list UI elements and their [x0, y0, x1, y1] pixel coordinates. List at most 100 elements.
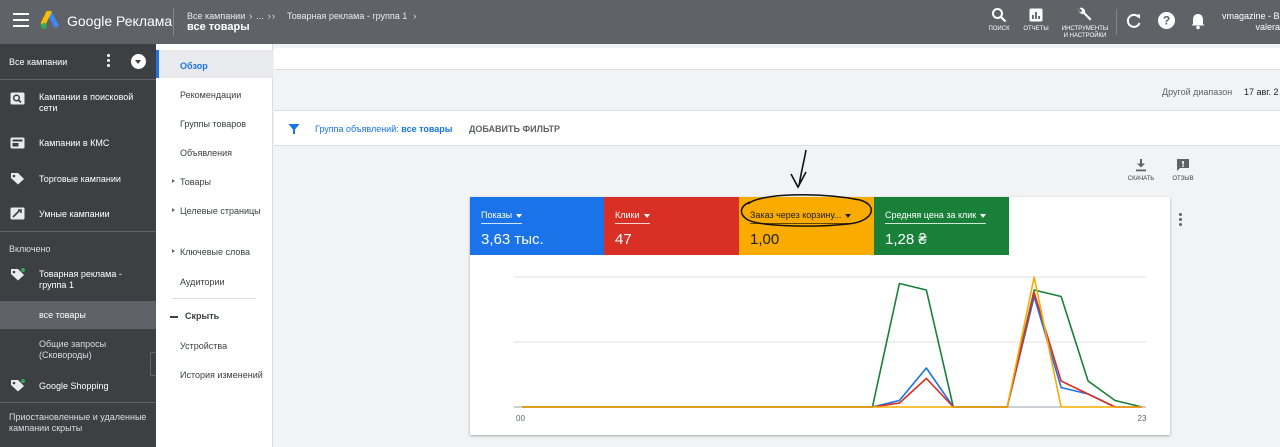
- refresh-icon[interactable]: [1125, 12, 1143, 30]
- breadcrumb-group[interactable]: › Товарная реклама - группа 1 ›: [272, 11, 422, 21]
- page-menu-divider: [172, 298, 256, 299]
- breadcrumb-current[interactable]: все товары: [187, 21, 250, 33]
- nav-adgroup-general-queries[interactable]: Общие запросы (Сковороды): [0, 339, 156, 367]
- feedback-button[interactable]: ОТЗЫВ: [1170, 158, 1196, 182]
- feedback-label: ОТЗЫВ: [1172, 176, 1194, 182]
- brand-name: Google Реклама: [67, 13, 173, 29]
- menu-ads[interactable]: Объявления: [180, 147, 268, 159]
- menu-icon[interactable]: [13, 13, 29, 27]
- date-range-label: Другой диапазон: [1162, 87, 1233, 97]
- menu-keywords-label: Ключевые слова: [180, 247, 251, 257]
- dropdown-arrow-icon: [643, 213, 650, 218]
- search-icon: [992, 8, 1007, 23]
- menu-devices[interactable]: Устройства: [180, 340, 268, 352]
- search-tool-button[interactable]: ПОИСК: [985, 7, 1013, 32]
- help-icon[interactable]: ?: [1157, 11, 1176, 30]
- metric-selector[interactable]: Клики: [615, 210, 650, 224]
- feedback-icon: [1177, 159, 1189, 171]
- header-divider: [173, 8, 174, 36]
- breadcrumb-root[interactable]: Все кампании ›... ›: [187, 11, 275, 21]
- x-tick-label-1: 23: [1138, 414, 1147, 423]
- nav-search-campaigns[interactable]: Кампании в поисковой сети: [0, 90, 156, 120]
- menu-recommendations[interactable]: Рекомендации: [180, 89, 268, 101]
- breadcrumb-separator: ›: [413, 11, 417, 21]
- download-icon: [1136, 159, 1146, 172]
- paused-campaigns-note: Приостановленные и удаленные кампании ск…: [9, 412, 147, 433]
- performance-chart-card: Показы 3,63 тыс. Клики 47 Заказ через ко…: [470, 197, 1182, 435]
- menu-hide-label: Скрыть: [185, 311, 220, 321]
- performance-line-chart: 00 23: [514, 276, 1147, 423]
- search-campaign-icon: [10, 92, 25, 105]
- metric-impressions[interactable]: Показы 3,63 тыс.: [470, 197, 604, 255]
- breadcrumb-ellipsis[interactable]: ...: [256, 11, 264, 21]
- menu-hide-button[interactable]: Скрыть: [170, 311, 219, 321]
- metric-label: Средняя цена за клик: [885, 210, 977, 220]
- reports-tool-button[interactable]: ОТЧЕТЫ: [1020, 7, 1052, 32]
- add-filter-button[interactable]: ДОБАВИТЬ ФИЛЬТР: [469, 124, 560, 134]
- page-menu: Обзор Рекомендации Группы товаров Объявл…: [156, 44, 273, 447]
- top-bar: Google Реклама Все кампании ›... › все тов…: [0, 0, 1280, 44]
- filter-value: все товары: [401, 124, 453, 134]
- date-range-picker[interactable]: 17 авг. 2: [1244, 87, 1279, 97]
- download-button[interactable]: СКАЧАТЬ: [1126, 158, 1156, 182]
- x-tick-label-0: 00: [516, 414, 525, 423]
- svg-text:?: ?: [1163, 14, 1170, 28]
- metric-value: 3,63 тыс.: [481, 231, 544, 248]
- nav-divider: [0, 79, 156, 80]
- metric-clicks[interactable]: Клики 47: [604, 197, 739, 255]
- notifications-bell-icon[interactable]: [1190, 12, 1206, 30]
- campaign-dropdown-icon[interactable]: [131, 54, 146, 69]
- nav-smart-campaigns[interactable]: Умные кампании: [0, 207, 156, 223]
- nav-adgroup-all-products[interactable]: все товары: [0, 310, 156, 322]
- metric-selector[interactable]: Заказ через корзину...: [750, 210, 852, 224]
- chart-more-options-icon[interactable]: [1179, 213, 1183, 227]
- account-name: vmagazine - Ba: [1222, 11, 1280, 21]
- metric-label: Заказ через корзину...: [750, 210, 842, 220]
- nav-display-campaigns[interactable]: Кампании в КМС: [0, 137, 156, 153]
- active-filter-chip[interactable]: Группа объявлений: все товары: [315, 124, 452, 134]
- shopping-tag-icon: [11, 173, 24, 185]
- nav-shopping-campaigns[interactable]: Торговые кампании: [0, 172, 156, 188]
- dropdown-arrow-icon: [516, 213, 523, 218]
- filter-funnel-icon[interactable]: [288, 123, 300, 135]
- reports-icon: [1029, 8, 1043, 22]
- menu-products-label: Товары: [180, 177, 211, 187]
- breadcrumb-group-link[interactable]: Товарная реклама - группа 1: [287, 11, 407, 21]
- shopping-tag-icon: [11, 379, 25, 392]
- tools-settings-label-2: И НАСТРОЙКИ: [1063, 33, 1107, 39]
- all-campaigns-link[interactable]: Все кампании: [9, 57, 67, 67]
- metric-label: Показы: [481, 210, 513, 220]
- nav-campaign-google-shopping[interactable]: Google Shopping: [0, 379, 156, 395]
- more-options-icon[interactable]: [107, 54, 111, 68]
- dropdown-arrow-icon: [980, 213, 987, 218]
- tools-settings-button[interactable]: ИНСТРУМЕНТЫ И НАСТРОЙКИ: [1058, 7, 1112, 40]
- menu-overview[interactable]: Обзор: [180, 60, 268, 72]
- nav-divider: [0, 231, 156, 232]
- metric-cart-orders[interactable]: Заказ через корзину... 1,00: [739, 197, 874, 255]
- nav-label: Товарная реклама - группа 1: [39, 269, 122, 290]
- tools-settings-label-1: ИНСТРУМЕНТЫ: [1061, 26, 1109, 32]
- menu-change-history[interactable]: История изменений: [180, 369, 268, 381]
- wrench-icon: [1078, 7, 1092, 21]
- metric-avg-cpc[interactable]: Средняя цена за клик 1,28 ₴: [874, 197, 1009, 255]
- menu-keywords[interactable]: Ключевые слова: [172, 246, 268, 258]
- metric-selector[interactable]: Средняя цена за клик: [885, 210, 987, 224]
- nav-label: Торговые кампании: [39, 174, 121, 184]
- menu-audiences[interactable]: Аудитории: [180, 276, 268, 288]
- menu-landing-pages[interactable]: Целевые страницы: [172, 205, 268, 217]
- nav-label: все товары: [39, 310, 86, 320]
- menu-products[interactable]: Товары: [172, 176, 268, 188]
- nav-label: Умные кампании: [39, 209, 110, 219]
- reports-tool-label: ОТЧЕТЫ: [1023, 26, 1049, 32]
- account-user: valera: [1255, 22, 1280, 32]
- toolbar-divider: [1116, 9, 1117, 35]
- metric-selector[interactable]: Показы: [481, 210, 523, 224]
- shopping-tag-icon: [11, 268, 25, 281]
- collapse-dash-icon: [170, 315, 178, 318]
- metric-label: Клики: [615, 210, 640, 220]
- menu-product-groups[interactable]: Группы товаров: [180, 118, 268, 130]
- main-content: Другой диапазон 17 авг. 2 Группа объявле…: [274, 44, 1280, 447]
- account-info[interactable]: vmagazine - Ba valera: [1222, 11, 1280, 33]
- breadcrumb-root-link[interactable]: Все кампании: [187, 11, 245, 21]
- nav-campaign-shopping-group-1[interactable]: Товарная реклама - группа 1: [0, 267, 156, 295]
